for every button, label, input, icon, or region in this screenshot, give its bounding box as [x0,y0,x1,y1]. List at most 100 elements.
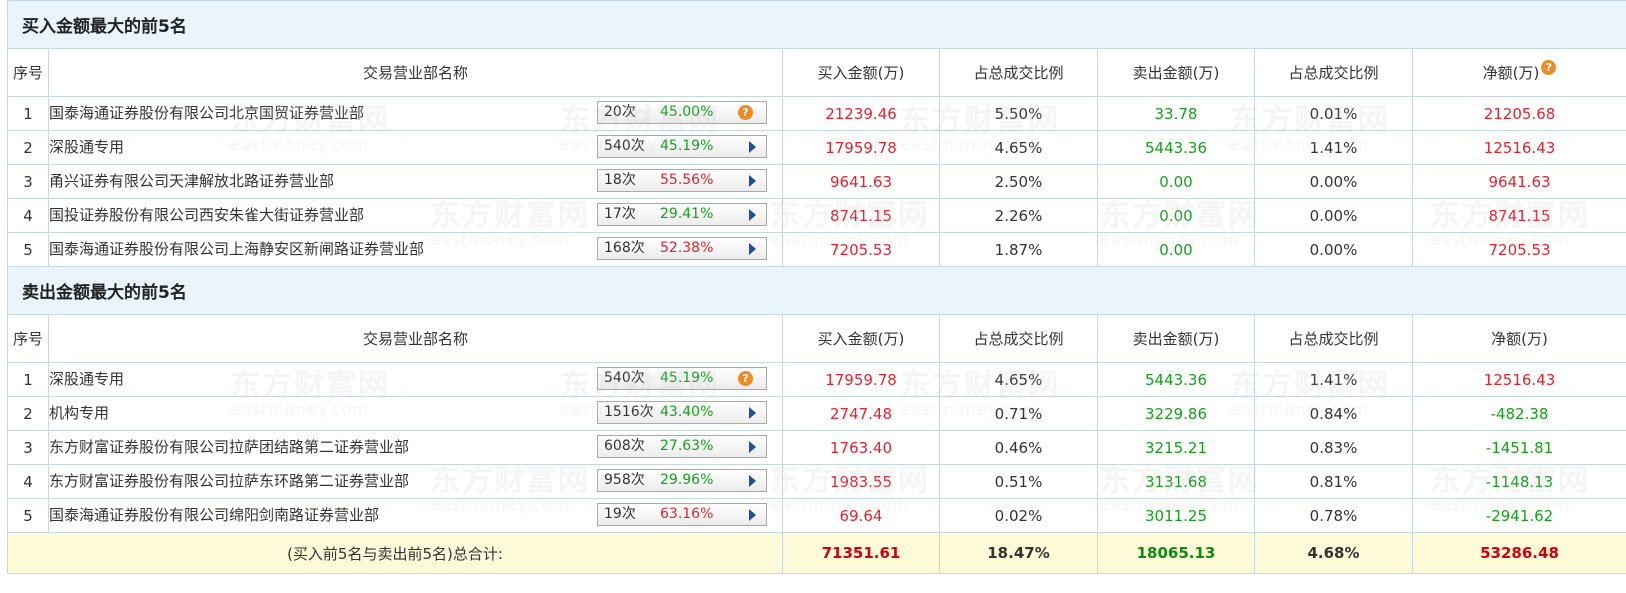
sell-amount: 0.00 [1097,164,1255,199]
expand-arrow-icon[interactable] [749,209,756,221]
table-row: 2 深股通专用 540次 45.19% 17959.78 4.65% 5443.… [7,130,1626,165]
broker-cell: 国投证券股份有限公司西安朱雀大街证券营业部 17次 29.41% [48,198,783,233]
buy-ratio: 0.02% [939,498,1098,533]
buy-amount: 8741.15 [782,198,940,233]
broker-name[interactable]: 深股通专用 [49,131,124,164]
broker-name[interactable]: 国投证券股份有限公司西安朱雀大街证券营业部 [49,199,364,232]
stat-badge[interactable]: 958次 29.96% [597,469,767,492]
win-rate: 27.63% [660,438,714,454]
broker-name[interactable]: 国泰海通证券股份有限公司上海静安区新闸路证券营业部 [49,233,424,266]
broker-name[interactable]: 东方财富证券股份有限公司拉萨东环路第二证券营业部 [49,465,409,498]
stat-badge[interactable]: 18次 55.56% [597,169,767,192]
broker-name[interactable]: 东方财富证券股份有限公司拉萨团结路第二证券营业部 [49,431,409,464]
broker-name[interactable]: 国泰海通证券股份有限公司绵阳剑南路证券营业部 [49,499,379,532]
net-amount: 12516.43 [1411,362,1626,397]
buy-amount: 17959.78 [782,362,940,397]
col-header: 占总成交比例 [939,314,1098,363]
expand-arrow-icon[interactable] [749,407,756,419]
col-header: 占总成交比例 [939,48,1098,97]
sell-amount: 5443.36 [1097,130,1255,165]
col-header-net: 净额(万)? [1411,48,1626,97]
stat-badge[interactable]: 540次 45.19% ? [597,367,767,390]
sell-ratio: 0.00% [1254,164,1413,199]
row-index: 4 [7,198,49,233]
sell-amount: 3215.21 [1097,430,1255,465]
sell-amount: 3229.86 [1097,396,1255,431]
buy-amount: 7205.53 [782,232,940,267]
row-index: 2 [7,130,49,165]
broker-cell: 深股通专用 540次 45.19% [48,130,783,165]
table-row: 5 国泰海通证券股份有限公司上海静安区新闸路证券营业部 168次 52.38% … [7,232,1626,267]
table-row: 1 深股通专用 540次 45.19% ? 17959.78 4.65% 544… [7,362,1626,397]
broker-name[interactable]: 国泰海通证券股份有限公司北京国贸证券营业部 [49,97,364,130]
sell-ratio: 0.78% [1254,498,1413,533]
row-index: 2 [7,396,49,431]
broker-name[interactable]: 甬兴证券有限公司天津解放北路证券营业部 [49,165,334,198]
listing-count: 608次 [604,438,645,454]
row-index: 5 [7,232,49,267]
expand-arrow-icon[interactable] [749,175,756,187]
col-header: 卖出金额(万) [1097,48,1255,97]
broker-cell: 国泰海通证券股份有限公司北京国贸证券营业部 20次 45.00% ? [48,96,783,131]
stat-badge[interactable]: 608次 27.63% [597,435,767,458]
expand-arrow-icon[interactable] [749,509,756,521]
stat-badge[interactable]: 17次 29.41% [597,203,767,226]
sell-ratio: 1.41% [1254,362,1413,397]
win-rate: 45.19% [660,370,714,386]
section-title: 卖出金额最大的前5名 [6,266,1626,315]
expand-arrow-icon[interactable] [749,141,756,153]
buy-ratio: 4.65% [939,130,1098,165]
win-rate: 55.56% [660,172,714,188]
broker-name[interactable]: 深股通专用 [49,363,124,396]
stat-badge[interactable]: 540次 45.19% [597,135,767,158]
buy-ratio: 2.26% [939,198,1098,233]
col-header: 买入金额(万) [782,314,940,363]
col-header: 买入金额(万) [782,48,940,97]
sell-amount: 3011.25 [1097,498,1255,533]
lhb-table: 买入金额最大的前5名 序号 交易营业部名称 买入金额(万) 占总成交比例 卖出金额(万) 占… [6,0,1626,574]
buy-ratio: 0.51% [939,464,1098,499]
lhb-panel: 买入金额最大的前5名 序号 交易营业部名称 买入金额(万) 占总成交比例 卖出金额(万) 占… [0,0,1626,593]
expand-arrow-icon[interactable] [749,441,756,453]
sell-amount: 0.00 [1097,232,1255,267]
total-buy: 71351.61 [782,532,940,574]
broker-name[interactable]: 机构专用 [49,397,109,430]
table-row: 1 国泰海通证券股份有限公司北京国贸证券营业部 20次 45.00% ? 212… [7,96,1626,131]
buy-ratio: 5.50% [939,96,1098,131]
stat-badge[interactable]: 20次 45.00% ? [597,101,767,124]
help-icon[interactable]: ? [1541,60,1557,75]
table-row: 5 国泰海通证券股份有限公司绵阳剑南路证券营业部 19次 63.16% 69.6… [7,498,1626,533]
total-row: (买入前5名与卖出前5名)总合计: 71351.61 18.47% 18065.… [7,532,1626,574]
expand-arrow-icon[interactable] [749,475,756,487]
sell-ratio: 0.00% [1254,198,1413,233]
table-row: 4 国投证券股份有限公司西安朱雀大街证券营业部 17次 29.41% 8741.… [7,198,1626,233]
buy-ratio: 4.65% [939,362,1098,397]
row-index: 3 [7,164,49,199]
total-net: 53286.48 [1411,532,1626,574]
win-rate: 29.96% [660,472,714,488]
row-index: 3 [7,430,49,465]
stat-badge[interactable]: 1516次 43.40% [597,401,767,424]
listing-count: 20次 [604,104,636,120]
listing-count: 1516次 [604,404,654,420]
sell-ratio: 0.00% [1254,232,1413,267]
sell-ratio: 1.41% [1254,130,1413,165]
section-title: 买入金额最大的前5名 [6,0,1626,49]
stat-badge[interactable]: 19次 63.16% [597,503,767,526]
buy-ratio: 0.71% [939,396,1098,431]
help-icon[interactable]: ? [738,371,753,386]
net-amount: 12516.43 [1411,130,1626,165]
stat-badge[interactable]: 168次 52.38% [597,237,767,260]
listing-count: 540次 [604,138,645,154]
section-header-sell_top5: 卖出金额最大的前5名 [6,266,1626,315]
listing-count: 540次 [604,370,645,386]
help-icon[interactable]: ? [738,105,753,120]
expand-arrow-icon[interactable] [749,243,756,255]
buy-amount: 1763.40 [782,430,940,465]
row-index: 1 [7,362,49,397]
net-amount: -482.38 [1411,396,1626,431]
broker-cell: 国泰海通证券股份有限公司绵阳剑南路证券营业部 19次 63.16% [48,498,783,533]
buy-amount: 21239.46 [782,96,940,131]
row-index: 4 [7,464,49,499]
column-header-row: 序号 交易营业部名称 买入金额(万) 占总成交比例 卖出金额(万) 占总成交比例 净额(万)… [7,48,1626,97]
